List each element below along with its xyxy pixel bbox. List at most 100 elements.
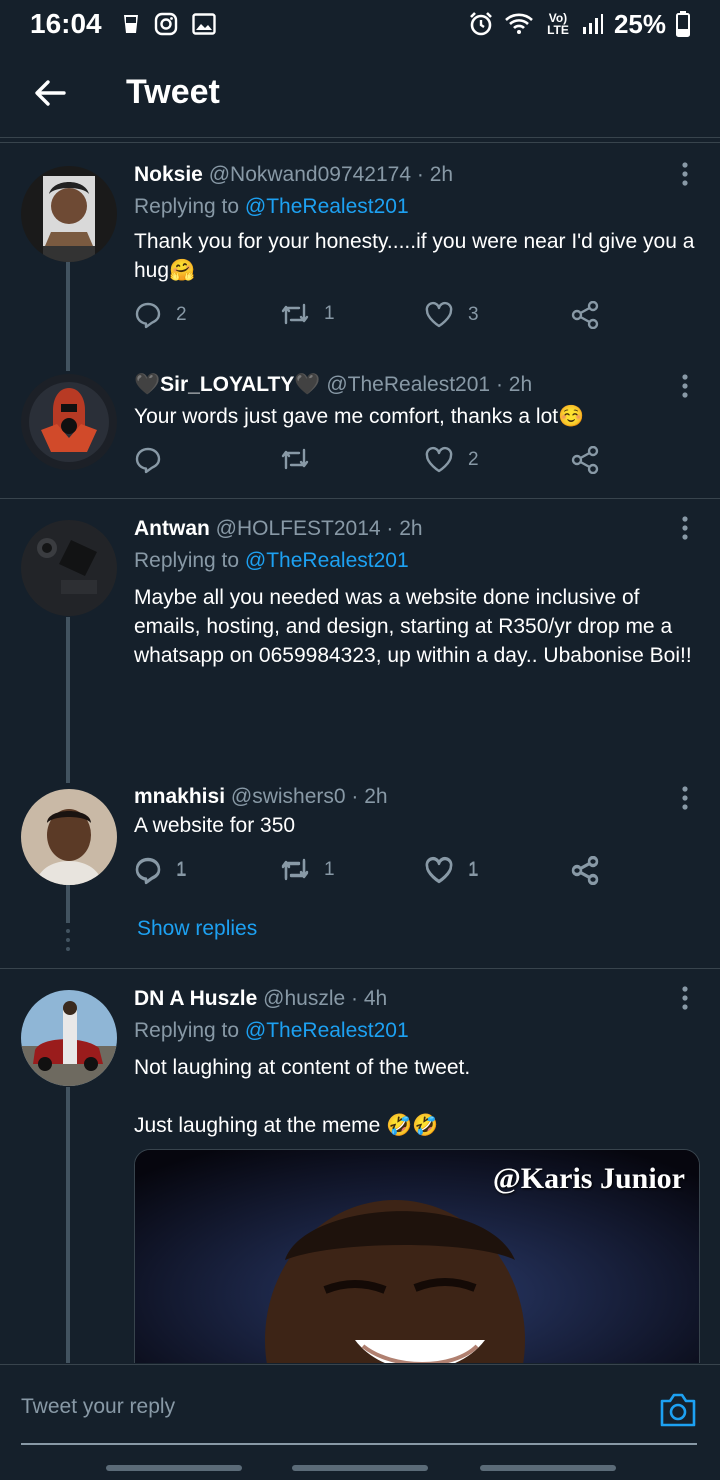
like-button[interactable]: 3	[424, 301, 479, 329]
heart-icon	[425, 446, 453, 473]
display-name[interactable]: Antwan	[134, 517, 210, 540]
reply-icon	[135, 857, 161, 884]
replying-handle-link[interactable]: @TheRealest201	[245, 195, 409, 218]
more-options-button[interactable]	[670, 983, 700, 1013]
cup-icon	[122, 13, 140, 35]
reply-count: 1	[176, 859, 187, 880]
replying-handle-link[interactable]: @TheRealest201	[245, 549, 409, 572]
more-options-button[interactable]	[670, 783, 700, 813]
reply-input[interactable]: Tweet your reply	[21, 1395, 175, 1419]
display-name[interactable]: 🖤Sir_LOYALTY🖤	[134, 373, 321, 396]
replying-to: Replying to @TheRealest201	[134, 195, 409, 219]
share-button[interactable]	[570, 856, 600, 884]
tweet-time: · 2h	[495, 373, 533, 396]
thread-connector	[66, 1087, 70, 1363]
more-options-button[interactable]	[670, 513, 700, 543]
thread-divider	[0, 968, 720, 969]
display-name[interactable]: Noksie	[134, 163, 203, 186]
network-type: Vo) LTE	[547, 11, 569, 37]
media-watermark: @Karis Junior	[492, 1162, 685, 1195]
show-replies-link[interactable]: Show replies	[137, 917, 257, 941]
battery-icon	[676, 11, 690, 37]
avatar[interactable]	[21, 520, 117, 616]
tweet-header: mnakhisi @swishers0 · 2h	[134, 785, 388, 809]
status-time: 16:04	[30, 8, 102, 39]
avatar[interactable]	[21, 789, 117, 885]
user-handle[interactable]: @Nokwand09742174	[209, 163, 411, 186]
tweet-time: · 2h	[386, 517, 423, 540]
nav-gesture-pill[interactable]	[292, 1465, 428, 1471]
user-handle[interactable]: @TheRealest201	[326, 373, 490, 396]
tweet-text: Your words just gave me comfort, thanks …	[134, 405, 585, 428]
tweet-text: Maybe all you needed was a website done …	[134, 586, 692, 667]
more-vertical-icon	[682, 986, 688, 1010]
instagram-icon	[154, 12, 178, 36]
tweet-header: 🖤Sir_LOYALTY🖤 @TheRealest201 · 2h	[134, 373, 532, 397]
tweet-media-image[interactable]: @Karis Junior	[134, 1149, 700, 1363]
more-options-button[interactable]	[670, 371, 700, 401]
display-name[interactable]: DN A Huszle	[134, 987, 257, 1010]
retweet-icon	[281, 448, 309, 470]
avatar[interactable]	[21, 374, 117, 470]
heart-icon	[425, 856, 453, 883]
share-icon	[571, 856, 599, 884]
thread-ellipsis	[66, 929, 70, 951]
more-options-button[interactable]	[670, 159, 700, 189]
tweet-text: Not laughing at content of the tweet. Ju…	[134, 1056, 471, 1137]
reply-count: 2	[176, 304, 187, 325]
avatar[interactable]	[21, 990, 117, 1086]
reply-button[interactable]: 2	[134, 301, 187, 329]
share-icon	[571, 446, 599, 474]
share-button[interactable]	[570, 446, 600, 474]
display-name[interactable]: mnakhisi	[134, 785, 225, 808]
camera-button[interactable]	[658, 1391, 698, 1431]
camera-icon	[660, 1393, 696, 1427]
thread-connector	[66, 885, 70, 923]
reply-composer: Tweet your reply	[0, 1364, 720, 1480]
replying-handle-link[interactable]: @TheRealest201	[245, 1019, 409, 1042]
user-handle[interactable]: @swishers0	[231, 785, 346, 808]
signal-icon	[582, 13, 604, 35]
retweet-button[interactable]: 1	[280, 301, 335, 327]
like-count: 3	[468, 304, 479, 325]
retweet-button[interactable]	[280, 446, 324, 472]
reply-feed[interactable]: Noksie @Nokwand09742174 · 2h Replying to…	[0, 143, 720, 1363]
tweet-header: Noksie @Nokwand09742174 · 2h	[134, 163, 453, 187]
replying-label: Replying to	[134, 549, 245, 572]
like-count: 1	[468, 859, 479, 880]
more-vertical-icon	[682, 516, 688, 540]
thread-connector	[66, 261, 70, 371]
like-button[interactable]: 2	[424, 446, 479, 474]
tweet-time: · 4h	[351, 987, 388, 1010]
reply-input-underline	[21, 1443, 697, 1445]
nav-gesture-pill[interactable]	[106, 1465, 242, 1471]
top-app-bar: Tweet	[0, 48, 720, 138]
more-vertical-icon	[682, 786, 688, 810]
page-title: Tweet	[126, 73, 220, 111]
replying-label: Replying to	[134, 195, 245, 218]
share-button[interactable]	[570, 301, 600, 329]
gallery-icon	[191, 13, 216, 35]
more-vertical-icon	[682, 162, 688, 186]
nav-gesture-pill[interactable]	[480, 1465, 616, 1471]
user-handle[interactable]: @HOLFEST2014	[216, 517, 381, 540]
battery-percent: 25%	[613, 8, 666, 39]
reply-button[interactable]	[134, 446, 176, 474]
back-button[interactable]	[20, 63, 80, 123]
avatar[interactable]	[21, 166, 117, 262]
replying-to: Replying to @TheRealest201	[134, 549, 409, 573]
retweet-icon	[281, 303, 309, 325]
tweet-header: DN A Huszle @huszle · 4h	[134, 987, 387, 1011]
thread-connector	[66, 617, 70, 783]
user-handle[interactable]: @huszle	[263, 987, 345, 1010]
retweet-count: 1	[324, 303, 335, 324]
retweet-button[interactable]	[280, 856, 324, 882]
tweet-header: Antwan @HOLFEST2014 · 2h	[134, 517, 423, 541]
reply-button[interactable]: 1	[134, 856, 187, 884]
tweet-actions: 2	[134, 446, 614, 482]
like-button[interactable]: 1	[424, 856, 479, 884]
replying-label: Replying to	[134, 1019, 245, 1042]
tweet-text: A website for 350	[134, 814, 296, 837]
more-vertical-icon	[682, 374, 688, 398]
wifi-icon	[504, 12, 534, 36]
